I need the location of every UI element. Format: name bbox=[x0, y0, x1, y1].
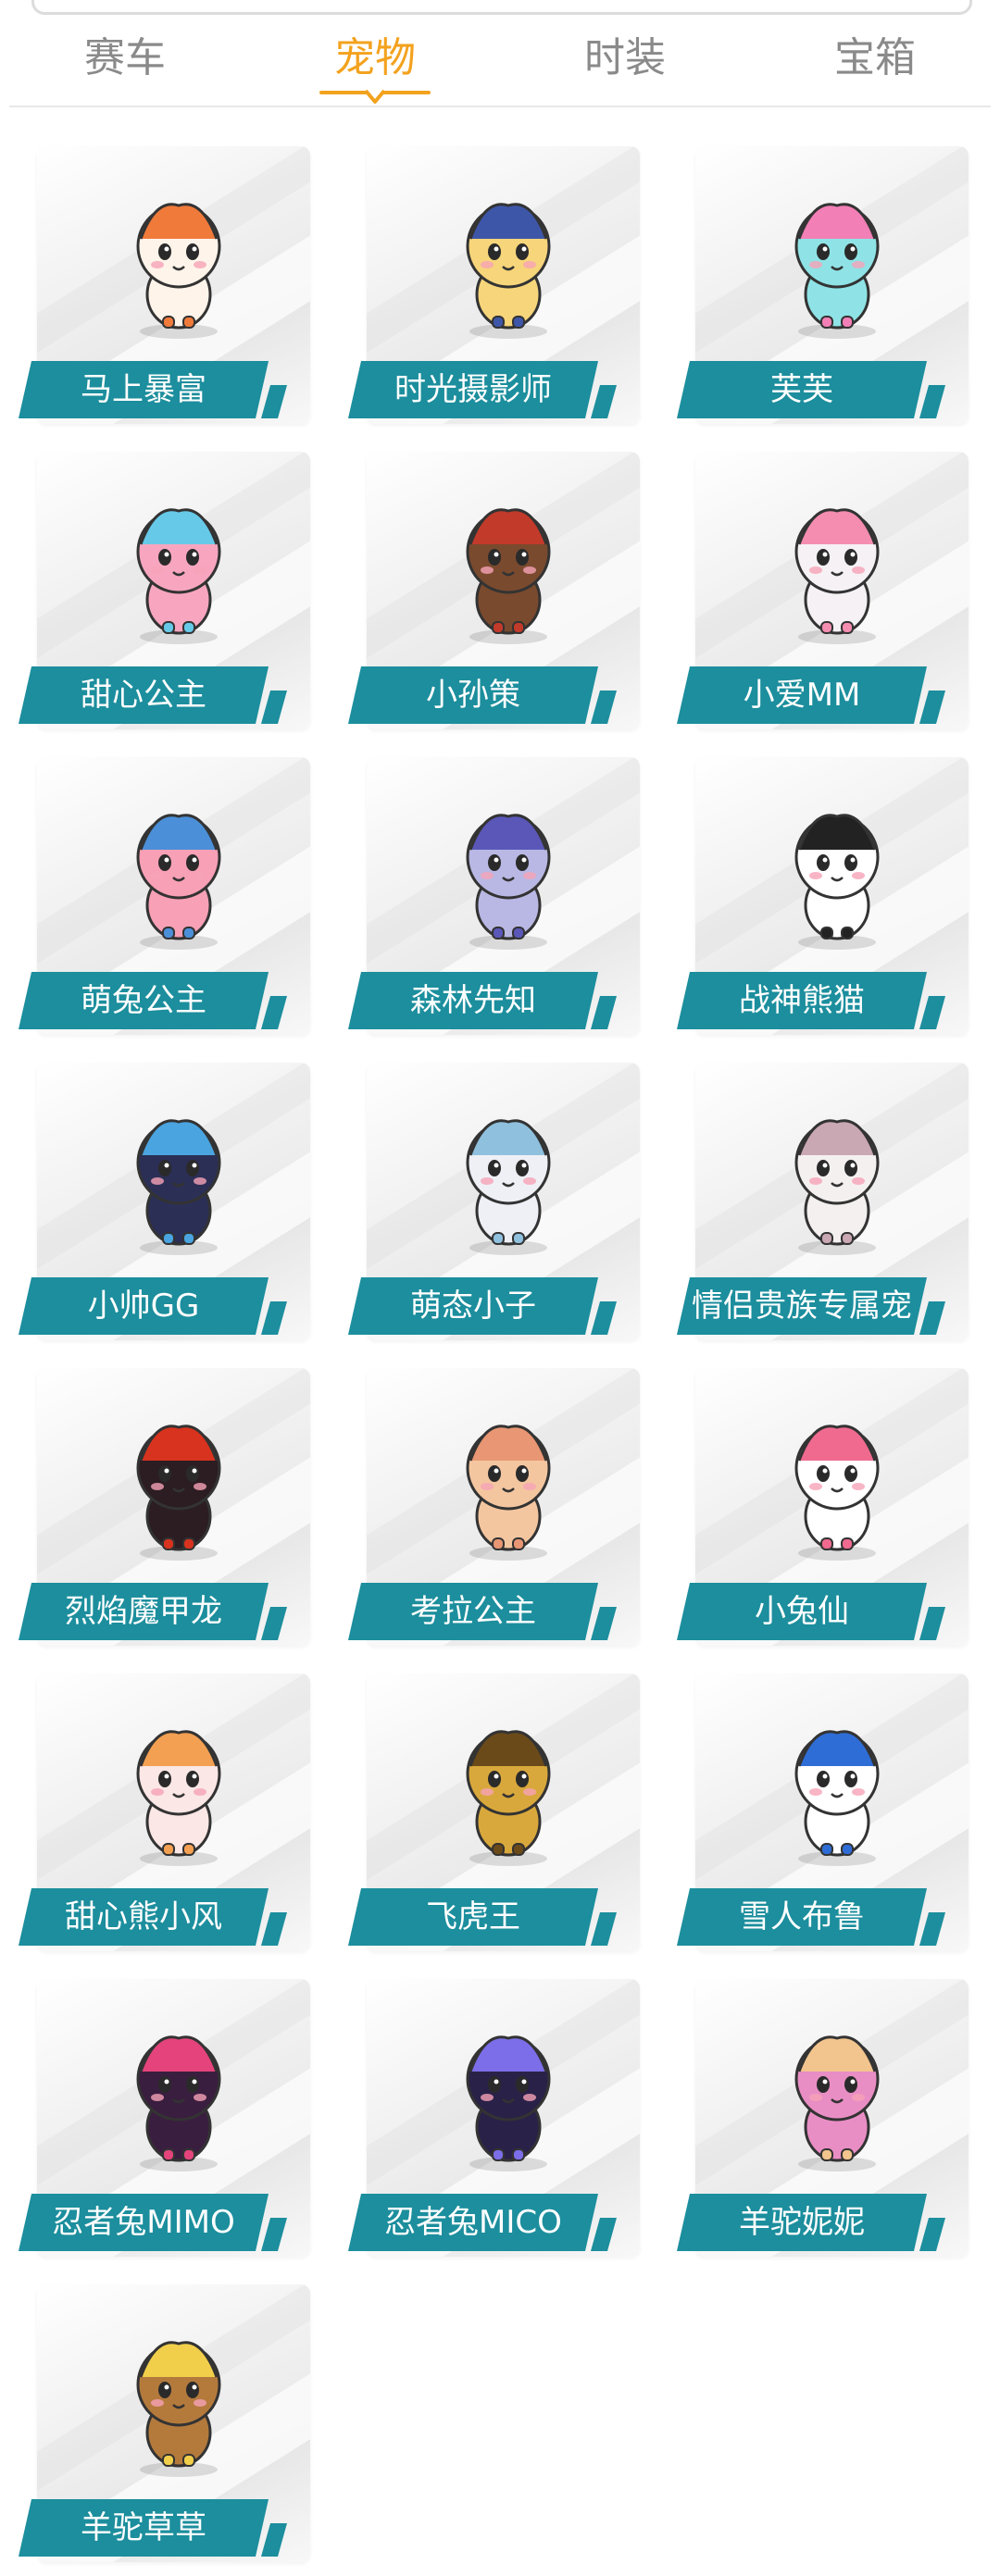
pet-name-label: 小爱MM bbox=[677, 666, 927, 724]
pet-card[interactable]: 飞虎王 bbox=[348, 1666, 644, 1962]
tab-label: 宠物 bbox=[334, 34, 416, 81]
pet-card[interactable]: 小爱MM bbox=[677, 444, 973, 740]
pet-card[interactable]: 情侣贵族专属宠 bbox=[677, 1055, 973, 1351]
forest-prophet-pet-icon bbox=[466, 814, 551, 950]
tab-treasure-box[interactable]: 宝箱 bbox=[750, 20, 1000, 104]
ninja-bunny-mimo-pet-icon bbox=[136, 2035, 221, 2172]
alpaca-caocao-pet-icon bbox=[136, 2341, 221, 2477]
pet-name-label: 萌态小子 bbox=[348, 1277, 598, 1335]
tab-pets[interactable]: 宠物 bbox=[250, 20, 500, 104]
snowman-pet-icon bbox=[794, 1730, 880, 1866]
pet-card[interactable]: 森林先知 bbox=[348, 750, 644, 1046]
couple-noble-pet-icon bbox=[794, 1119, 880, 1255]
pet-name-label: 情侣贵族专属宠 bbox=[677, 1277, 927, 1335]
pet-name-label: 时光摄影师 bbox=[348, 361, 598, 418]
sleepy-kid-pet-icon bbox=[466, 1119, 551, 1255]
tab-divider bbox=[9, 106, 991, 107]
pet-card[interactable]: 甜心公主 bbox=[19, 444, 315, 740]
bunny-fairy-pet-icon bbox=[794, 1425, 880, 1561]
pet-card[interactable]: 雪人布鲁 bbox=[677, 1666, 973, 1962]
pet-card[interactable]: 羊驼草草 bbox=[19, 2277, 315, 2573]
pet-card[interactable]: 烈焰魔甲龙 bbox=[19, 1361, 315, 1657]
bear-girl-pet-icon bbox=[794, 508, 880, 644]
sweetheart-princess-pet-icon bbox=[136, 508, 221, 644]
pet-name-label: 森林先知 bbox=[348, 972, 598, 1029]
pet-name-label: 芙芙 bbox=[677, 361, 927, 418]
pet-name-label: 战神熊猫 bbox=[677, 972, 927, 1029]
pet-card[interactable]: 忍者兔MIMO bbox=[19, 1972, 315, 2268]
pet-name-label: 甜心熊小风 bbox=[19, 1888, 269, 1946]
pet-card[interactable]: 考拉公主 bbox=[348, 1361, 644, 1657]
pet-name-label: 考拉公主 bbox=[348, 1583, 598, 1640]
pet-card[interactable]: 忍者兔MICO bbox=[348, 1972, 644, 2268]
tab-fashion[interactable]: 时装 bbox=[500, 20, 750, 104]
pet-name-label: 忍者兔MIMO bbox=[19, 2194, 269, 2251]
ninja-bunny-mico-pet-icon bbox=[466, 2035, 551, 2172]
pet-name-label: 马上暴富 bbox=[19, 361, 269, 418]
tab-racing[interactable]: 赛车 bbox=[0, 20, 250, 104]
pet-card[interactable]: 甜心熊小风 bbox=[19, 1666, 315, 1962]
alpaca-nini-pet-icon bbox=[794, 2035, 880, 2172]
pet-name-label: 小兔仙 bbox=[677, 1583, 927, 1640]
sweet-bear-pet-icon bbox=[136, 1730, 221, 1866]
pet-name-label: 飞虎王 bbox=[348, 1888, 598, 1946]
pet-card[interactable]: 萌兔公主 bbox=[19, 750, 315, 1046]
pet-card[interactable]: 时光摄影师 bbox=[348, 139, 644, 435]
pet-card[interactable]: 小孙策 bbox=[348, 444, 644, 740]
handsome-boy-pet-icon bbox=[136, 1119, 221, 1255]
flying-tiger-pet-icon bbox=[466, 1730, 551, 1866]
pony-pet-icon bbox=[136, 203, 221, 339]
tab-label: 赛车 bbox=[84, 34, 166, 81]
pet-name-label: 小帅GG bbox=[19, 1277, 269, 1335]
xiao-sunce-pet-icon bbox=[466, 508, 551, 644]
pet-name-label: 羊驼草草 bbox=[19, 2499, 269, 2557]
tab-label: 时装 bbox=[584, 34, 666, 81]
active-tab-indicator-icon bbox=[319, 89, 431, 104]
category-tabs: 赛车 宠物 时装 宝箱 bbox=[0, 20, 1000, 104]
pet-name-label: 忍者兔MICO bbox=[348, 2194, 598, 2251]
pet-card[interactable]: 萌态小子 bbox=[348, 1055, 644, 1351]
koala-princess-pet-icon bbox=[466, 1425, 551, 1561]
pet-name-label: 烈焰魔甲龙 bbox=[19, 1583, 269, 1640]
photographer-pet-icon bbox=[466, 203, 551, 339]
pet-card[interactable]: 小兔仙 bbox=[677, 1361, 973, 1657]
pet-card[interactable]: 战神熊猫 bbox=[677, 750, 973, 1046]
pet-card[interactable]: 芙芙 bbox=[677, 139, 973, 435]
pet-name-label: 萌兔公主 bbox=[19, 972, 269, 1029]
fufu-pet-icon bbox=[794, 203, 880, 339]
pet-name-label: 甜心公主 bbox=[19, 666, 269, 724]
pet-card[interactable]: 羊驼妮妮 bbox=[677, 1972, 973, 2268]
tab-label: 宝箱 bbox=[834, 34, 916, 81]
bunny-princess-pet-icon bbox=[136, 814, 221, 950]
war-panda-pet-icon bbox=[794, 814, 880, 950]
pet-card[interactable]: 小帅GG bbox=[19, 1055, 315, 1351]
search-box-edge[interactable] bbox=[31, 0, 972, 15]
flame-dragon-pet-icon bbox=[136, 1425, 221, 1561]
pet-card[interactable]: 马上暴富 bbox=[19, 139, 315, 435]
pet-name-label: 小孙策 bbox=[348, 666, 598, 724]
pet-name-label: 羊驼妮妮 bbox=[677, 2194, 927, 2251]
pet-name-label: 雪人布鲁 bbox=[677, 1888, 927, 1946]
